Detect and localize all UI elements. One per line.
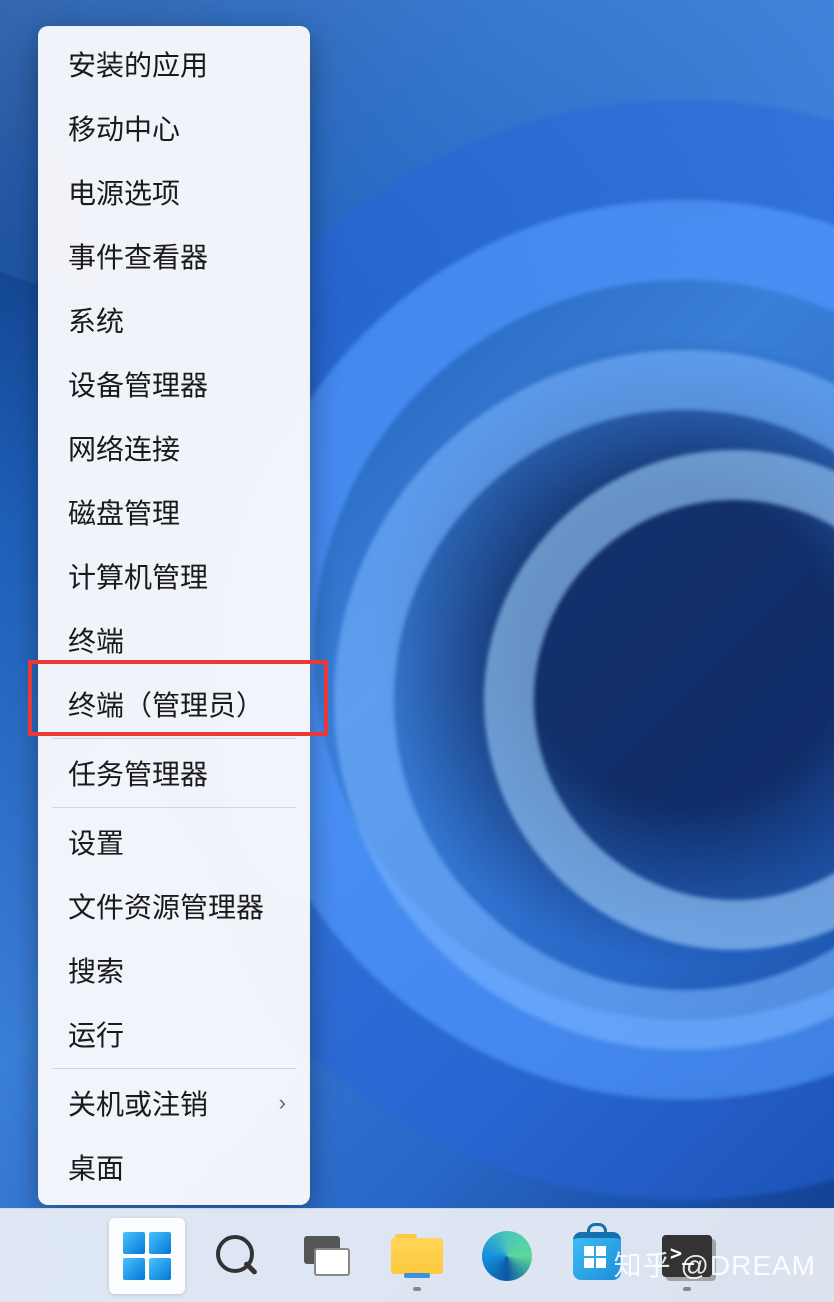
- menu-item-installed-apps[interactable]: 安装的应用: [38, 32, 310, 96]
- winx-context-menu: 安装的应用 移动中心 电源选项 事件查看器 系统 设备管理器 网络连接 磁盘管理…: [38, 26, 310, 1205]
- menu-separator: [52, 807, 296, 808]
- task-view-icon: [304, 1236, 350, 1276]
- chevron-right-icon: ›: [279, 1090, 286, 1116]
- menu-item-task-manager[interactable]: 任务管理器: [38, 741, 310, 805]
- taskbar-file-explorer[interactable]: [379, 1218, 455, 1294]
- menu-item-network-connections[interactable]: 网络连接: [38, 416, 310, 480]
- watermark-text: 知乎 @DREAM: [614, 1244, 816, 1284]
- menu-item-terminal-admin[interactable]: 终端（管理员）: [38, 672, 310, 736]
- menu-item-mobility-center[interactable]: 移动中心: [38, 96, 310, 160]
- menu-item-event-viewer[interactable]: 事件查看器: [38, 224, 310, 288]
- taskbar-task-view[interactable]: [289, 1218, 365, 1294]
- start-button[interactable]: [109, 1218, 185, 1294]
- menu-item-power-options[interactable]: 电源选项: [38, 160, 310, 224]
- menu-item-system[interactable]: 系统: [38, 288, 310, 352]
- search-icon: [213, 1232, 261, 1280]
- menu-item-desktop[interactable]: 桌面: [38, 1135, 310, 1199]
- menu-item-search[interactable]: 搜索: [38, 938, 310, 1002]
- windows-logo-icon: [123, 1232, 171, 1280]
- menu-item-settings[interactable]: 设置: [38, 810, 310, 874]
- taskbar-search[interactable]: [199, 1218, 275, 1294]
- menu-separator: [52, 1068, 296, 1069]
- menu-item-run[interactable]: 运行: [38, 1002, 310, 1066]
- folder-icon: [391, 1234, 443, 1278]
- menu-item-terminal[interactable]: 终端: [38, 608, 310, 672]
- menu-separator: [52, 738, 296, 739]
- menu-item-file-explorer[interactable]: 文件资源管理器: [38, 874, 310, 938]
- taskbar-edge[interactable]: [469, 1218, 545, 1294]
- running-indicator: [683, 1287, 691, 1291]
- menu-item-computer-management[interactable]: 计算机管理: [38, 544, 310, 608]
- running-indicator: [413, 1287, 421, 1291]
- edge-browser-icon: [482, 1231, 532, 1281]
- menu-item-device-manager[interactable]: 设备管理器: [38, 352, 310, 416]
- menu-item-disk-management[interactable]: 磁盘管理: [38, 480, 310, 544]
- menu-item-shutdown-signout[interactable]: 关机或注销 ›: [38, 1071, 310, 1135]
